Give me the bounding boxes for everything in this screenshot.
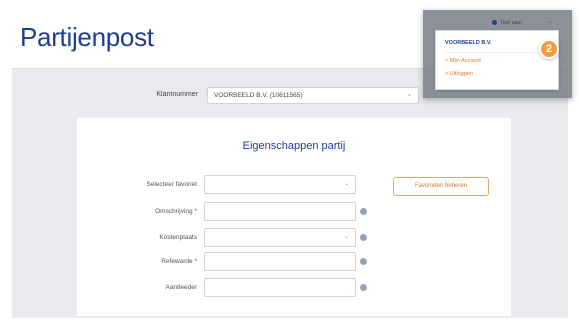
chevron-down-icon: ⌄ [343, 181, 349, 187]
panel-title: Eigenschappen partij [242, 140, 346, 152]
mijn-account-link[interactable]: > Mijn Account [445, 58, 481, 64]
kostenplaats-select[interactable]: ⌄ [204, 228, 356, 247]
user-dropdown-menu: VOORBEELD B.V. > Mijn Account > Uitlogge… [435, 30, 559, 90]
klant-row: Klantnummer VOORBEELD B.V. (10611565) ⌄ [120, 87, 420, 105]
form-label: Aantleeder [165, 284, 197, 291]
form-row-aanleveraar: Aantleeder [77, 278, 511, 298]
form-label: Omschrijving * [155, 208, 197, 215]
user-name: Test user [500, 20, 523, 26]
omschrijving-input[interactable] [204, 202, 356, 221]
uitloggen-link[interactable]: > Uitloggen [445, 71, 473, 77]
chevron-down-icon: ⌄ [406, 92, 412, 98]
user-menu-toggle[interactable]: Test user ▾ [492, 20, 552, 26]
info-icon[interactable] [360, 208, 367, 215]
klant-label: Klantnummer [156, 91, 198, 98]
form-label: Refewarde * [161, 258, 197, 265]
info-icon[interactable] [360, 284, 367, 291]
info-icon[interactable] [360, 234, 367, 241]
referentie-input[interactable] [204, 252, 356, 271]
user-icon [492, 20, 497, 26]
page-title: Partijenpost [20, 22, 154, 52]
company-name: VOORBEELD B.V. [445, 40, 492, 46]
favorieten-beheren-button[interactable]: Favorieten beheren [393, 177, 489, 196]
klant-select-value: VOORBEELD B.V. (10611565) [214, 92, 303, 99]
form-row-kostenplaats: Kostenplaats ⌄ [77, 228, 511, 248]
form-row-referentie: Refewarde * [77, 252, 511, 272]
klant-select[interactable]: VOORBEELD B.V. (10611565) ⌄ [207, 87, 419, 104]
form-row-omschrijving: Omschrijving * [77, 202, 511, 222]
chevron-down-icon: ▾ [549, 20, 552, 26]
favoriet-select[interactable]: ⌄ [204, 175, 356, 194]
form-label: Kostenplaats [159, 234, 197, 241]
step-badge: 2 [539, 39, 559, 59]
form-label: Selecteer favoriet [146, 181, 197, 188]
aanleveraar-input[interactable] [204, 278, 356, 297]
info-icon[interactable] [360, 258, 367, 265]
form-panel: Eigenschappen partij Selecteer favoriet … [77, 118, 511, 316]
chevron-down-icon: ⌄ [343, 234, 349, 240]
divider [445, 52, 549, 53]
